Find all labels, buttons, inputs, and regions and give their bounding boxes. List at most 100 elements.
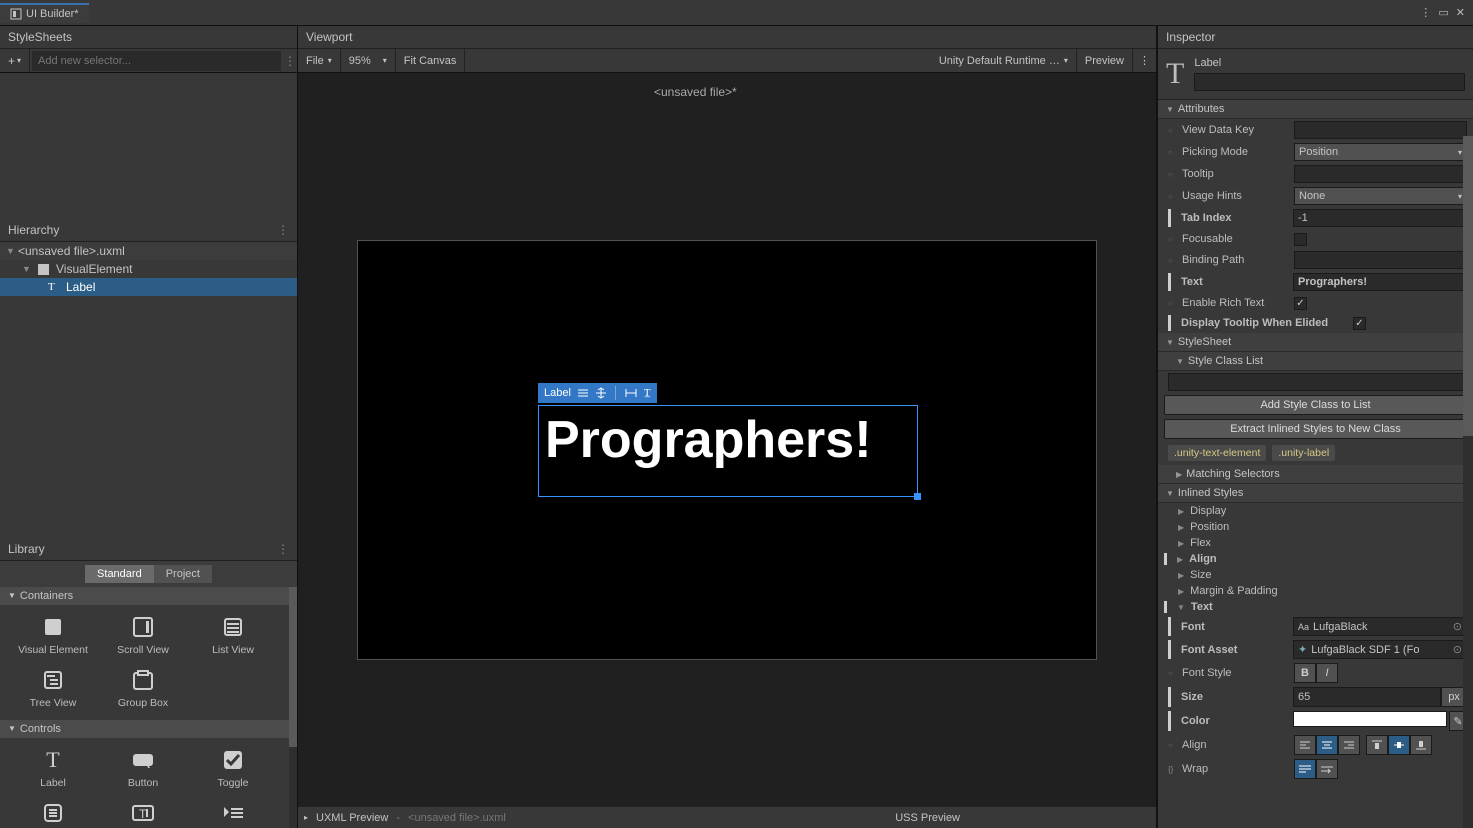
hierarchy-label-row[interactable]: T Label — [0, 278, 297, 296]
lib-item-text-field[interactable]: TText Field — [98, 795, 188, 828]
inlined-align[interactable]: ▶Align — [1158, 551, 1473, 567]
canvas-title-label: <unsaved file>* — [654, 85, 737, 99]
container-icon — [38, 264, 52, 275]
library-menu-icon[interactable]: ⋮ — [277, 542, 289, 556]
viewport-fit-button[interactable]: Fit Canvas — [396, 49, 466, 72]
extract-styles-button[interactable]: Extract Inlined Styles to New Class — [1164, 419, 1467, 439]
library-section-controls[interactable]: ▼Controls — [0, 720, 297, 738]
view-data-key-input[interactable] — [1294, 121, 1467, 139]
selector-input[interactable] — [32, 51, 281, 71]
lib-item-group-box[interactable]: Group Box — [98, 662, 188, 716]
titlebar: UI Builder* ⋮ ▭ ✕ — [0, 0, 1473, 26]
inlined-position[interactable]: ▶Position — [1158, 519, 1473, 535]
inlined-margin[interactable]: ▶Margin & Padding — [1158, 583, 1473, 599]
lib-item-list-view[interactable]: List View — [188, 609, 278, 663]
display-tooltip-checkbox[interactable]: ✓ — [1353, 317, 1366, 330]
align-middle-button[interactable] — [1388, 735, 1410, 755]
tab-index-input[interactable] — [1293, 209, 1467, 227]
stylesheet-header[interactable]: ▼StyleSheet — [1158, 333, 1473, 352]
picking-mode-dropdown[interactable]: Position▾ — [1294, 143, 1467, 161]
font-field[interactable]: AaLufgaBlack⊙ — [1293, 617, 1467, 636]
inlined-text-header[interactable]: ▼Text — [1158, 599, 1473, 615]
inspector-type-label: Label — [1194, 57, 1465, 69]
tab-label: UI Builder* — [26, 8, 79, 20]
canvas-area[interactable]: <unsaved file>* Label T̲ Prographers! — [298, 73, 1156, 806]
style-chip-text-element[interactable]: .unity-text-element — [1168, 445, 1266, 461]
viewport-file-menu[interactable]: File▾ — [298, 49, 341, 72]
align-v-icon — [595, 387, 607, 399]
viewport-preview-button[interactable]: Preview — [1077, 49, 1133, 72]
font-size-input[interactable] — [1293, 687, 1441, 707]
library-tab-standard[interactable]: Standard — [85, 565, 154, 583]
font-asset-field[interactable]: ✦LufgaBlack SDF 1 (Fo⊙ — [1293, 640, 1467, 659]
viewport-theme-dropdown[interactable]: Unity Default Runtime …▾ — [931, 49, 1077, 72]
inspector-type-icon: T — [1166, 57, 1184, 91]
uxml-preview-file: <unsaved file>.uxml — [408, 812, 506, 824]
attributes-header[interactable]: ▼Attributes — [1158, 100, 1473, 119]
window-buttons[interactable]: ⋮ ▭ ✕ — [1420, 6, 1473, 19]
add-stylesheet-button[interactable]: +▾ — [0, 49, 30, 72]
window-tab[interactable]: UI Builder* — [0, 3, 89, 23]
selection-tag[interactable]: Label T̲ — [538, 383, 657, 403]
style-class-list-header[interactable]: ▼Style Class List — [1158, 352, 1473, 371]
inlined-flex[interactable]: ▶Flex — [1158, 535, 1473, 551]
align-center-button[interactable] — [1316, 735, 1338, 755]
width-icon — [624, 387, 638, 399]
inspector-name-input[interactable] — [1194, 73, 1465, 91]
lib-item-scroller[interactable]: Scroller — [8, 795, 98, 828]
uss-preview-label[interactable]: USS Preview — [895, 812, 1150, 824]
wrap-nowrap-button[interactable] — [1316, 759, 1338, 779]
matching-selectors-header[interactable]: ▶Matching Selectors — [1158, 465, 1473, 484]
align-right-button[interactable] — [1338, 735, 1360, 755]
inlined-styles-header[interactable]: ▼Inlined Styles — [1158, 484, 1473, 503]
library-tab-project[interactable]: Project — [154, 565, 212, 583]
wrap-normal-button[interactable] — [1294, 759, 1316, 779]
focusable-checkbox[interactable] — [1294, 233, 1307, 246]
lib-item-tree-view[interactable]: Tree View — [8, 662, 98, 716]
uxml-preview-label[interactable]: UXML Preview — [316, 812, 388, 824]
viewport-menu-icon[interactable]: ⋮ — [1133, 54, 1156, 67]
lib-item-toggle[interactable]: Toggle — [188, 742, 278, 796]
style-class-input[interactable] — [1168, 373, 1467, 391]
library-scrollbar[interactable] — [289, 587, 297, 828]
add-style-class-button[interactable]: Add Style Class to List — [1164, 395, 1467, 415]
usage-hints-dropdown[interactable]: None▾ — [1294, 187, 1467, 205]
hierarchy-menu-icon[interactable]: ⋮ — [277, 223, 289, 237]
selection-box[interactable]: Prographers! — [538, 405, 918, 497]
hierarchy-file-row[interactable]: ▼<unsaved file>.uxml — [0, 242, 297, 260]
tooltip-input[interactable] — [1294, 165, 1467, 183]
align-h-icon — [577, 387, 589, 399]
viewport-header: Viewport — [298, 26, 1156, 49]
hierarchy-visualelement-row[interactable]: ▼ VisualElement — [0, 260, 297, 278]
viewport-zoom-dropdown[interactable]: 95%▾ — [341, 49, 396, 72]
inspector-scrollbar[interactable] — [1463, 136, 1473, 828]
lib-item-label[interactable]: TLabel — [8, 742, 98, 796]
lib-item-scroll-view[interactable]: Scroll View — [98, 609, 188, 663]
stylesheet-menu-icon[interactable]: ⋮ — [283, 54, 297, 68]
lib-item-visual-element[interactable]: Visual Element — [8, 609, 98, 663]
text-input[interactable] — [1293, 273, 1467, 291]
canvas-label-text: Prographers! — [539, 406, 917, 474]
svg-text:T: T — [139, 807, 147, 821]
italic-button[interactable]: I — [1316, 663, 1338, 683]
hierarchy-header: Hierarchy⋮ — [0, 219, 297, 242]
lib-item-foldout[interactable]: Foldout — [188, 795, 278, 828]
stylesheets-header: StyleSheets — [0, 26, 297, 49]
bold-button[interactable]: B — [1294, 663, 1316, 683]
resize-handle[interactable] — [914, 493, 921, 500]
binding-path-input[interactable] — [1294, 251, 1467, 269]
library-header: Library⋮ — [0, 538, 297, 561]
enable-rich-text-checkbox[interactable]: ✓ — [1294, 297, 1307, 310]
inlined-size[interactable]: ▶Size — [1158, 567, 1473, 583]
style-chip-label[interactable]: .unity-label — [1272, 445, 1335, 461]
canvas[interactable]: Label T̲ Prographers! — [357, 240, 1097, 660]
color-swatch[interactable] — [1293, 711, 1447, 727]
inspector-header: Inspector — [1158, 26, 1473, 49]
align-bottom-button[interactable] — [1410, 735, 1432, 755]
lib-item-button[interactable]: Button — [98, 742, 188, 796]
text-cursor-icon: T̲ — [644, 387, 651, 399]
align-left-button[interactable] — [1294, 735, 1316, 755]
inlined-display[interactable]: ▶Display — [1158, 503, 1473, 519]
align-top-button[interactable] — [1366, 735, 1388, 755]
library-section-containers[interactable]: ▼Containers — [0, 587, 297, 605]
